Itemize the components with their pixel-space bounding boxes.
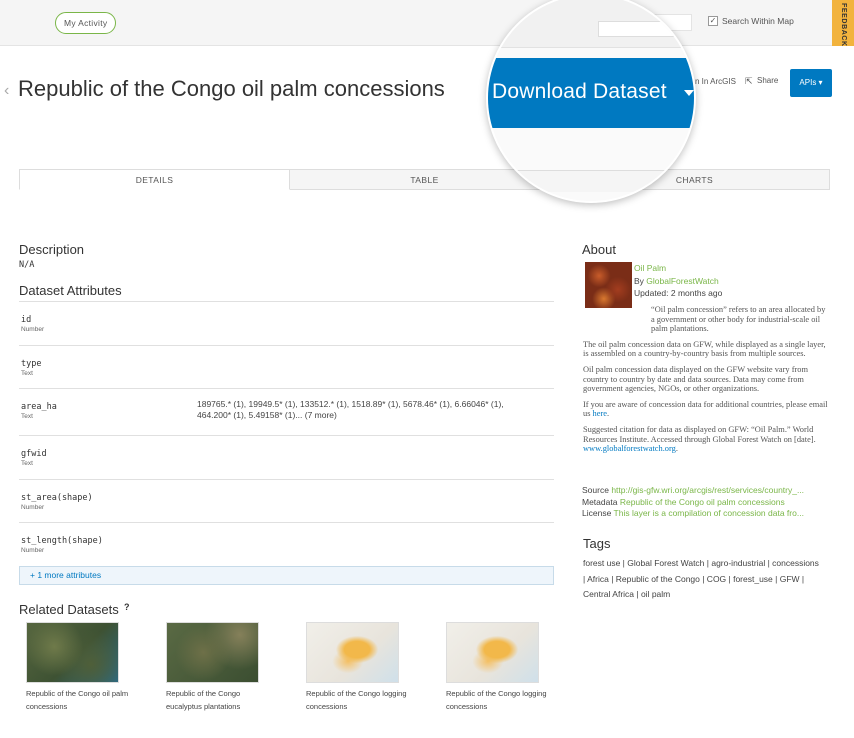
about-paragraph: Suggested citation for data as displayed… bbox=[583, 425, 830, 454]
metadata-link[interactable]: Republic of the Congo oil palm concessio… bbox=[620, 497, 785, 507]
attribute-row[interactable]: type Text bbox=[19, 345, 554, 388]
tags-heading: Tags bbox=[583, 536, 611, 551]
attribute-row[interactable]: gfwid Text bbox=[19, 435, 554, 479]
related-dataset-caption[interactable]: Republic of the Congo oil palm concessio… bbox=[26, 687, 136, 713]
attribute-type: Text bbox=[21, 460, 33, 467]
about-text: If you are aware of concession data for … bbox=[583, 399, 828, 419]
updated-text: Updated: 2 months ago bbox=[634, 288, 723, 298]
email-here-link[interactable]: here bbox=[593, 409, 607, 418]
source-row: Source http://gis-gfw.wri.org/arcgis/res… bbox=[582, 485, 832, 497]
related-dataset-caption[interactable]: Republic of the Congo logging concession… bbox=[306, 687, 416, 713]
metadata-row: Metadata Republic of the Congo oil palm … bbox=[582, 497, 832, 509]
about-metadata: Source http://gis-gfw.wri.org/arcgis/res… bbox=[582, 485, 832, 520]
attribute-name: st_area(shape) bbox=[21, 493, 93, 503]
attribute-row[interactable]: area_ha Text 189765.* (1), 19949.5* (1),… bbox=[19, 388, 554, 435]
help-icon[interactable]: ? bbox=[124, 602, 130, 612]
about-text: . bbox=[675, 444, 678, 454]
metadata-label: Metadata bbox=[582, 496, 618, 507]
about-paragraph: The oil palm concession data on GFW, whi… bbox=[583, 339, 826, 359]
attribute-name: type bbox=[21, 359, 42, 369]
search-within-map-checkbox[interactable]: ✓ bbox=[708, 16, 718, 26]
attribute-type: Number bbox=[21, 504, 45, 511]
about-text: . bbox=[606, 409, 610, 419]
dataset-thumbnail bbox=[585, 262, 632, 308]
tags-list[interactable]: forest use | Global Forest Watch | agro-… bbox=[583, 556, 823, 603]
attribute-row[interactable]: id Number bbox=[19, 301, 554, 345]
about-heading: About bbox=[582, 242, 616, 257]
page-title: Republic of the Congo oil palm concessio… bbox=[18, 76, 445, 101]
related-dataset-card[interactable]: Republic of the Congo eucalyptus plantat… bbox=[166, 622, 286, 713]
share-icon[interactable]: ⇱ bbox=[745, 76, 753, 87]
dataset-attributes-heading: Dataset Attributes bbox=[19, 283, 122, 298]
attribute-type: Text bbox=[21, 370, 33, 377]
description-value: N/A bbox=[19, 260, 35, 270]
related-dataset-thumbnail[interactable] bbox=[446, 622, 539, 683]
attribute-name: id bbox=[21, 315, 32, 325]
share-link[interactable]: Share bbox=[757, 76, 778, 85]
feedback-tab[interactable]: FEEDBACK bbox=[832, 0, 854, 47]
related-dataset-card[interactable]: Republic of the Congo oil palm concessio… bbox=[26, 622, 146, 713]
attribute-name: area_ha bbox=[21, 402, 57, 412]
magnified-tab-bar bbox=[488, 170, 694, 192]
back-chevron-icon[interactable]: ‹ bbox=[4, 82, 9, 100]
about-paragraph: “Oil palm concession” refers to an area … bbox=[651, 305, 826, 334]
citation-text: Suggested citation for data as displayed… bbox=[583, 424, 816, 444]
attribute-values: 189765.* (1), 19949.5* (1), 133512.* (1)… bbox=[197, 399, 504, 420]
license-link[interactable]: This layer is a compilation of concessio… bbox=[614, 508, 804, 518]
attributes-table: id Number type Text area_ha Text 189765.… bbox=[19, 301, 554, 562]
tab-details[interactable]: DETAILS bbox=[19, 169, 290, 190]
related-datasets-heading: Related Datasets bbox=[19, 602, 119, 617]
related-dataset-caption[interactable]: Republic of the Congo eucalyptus plantat… bbox=[166, 687, 276, 713]
description-heading: Description bbox=[19, 242, 85, 257]
related-dataset-card[interactable]: Republic of the Congo logging concession… bbox=[306, 622, 426, 713]
download-dataset-button[interactable]: Download Dataset bbox=[488, 58, 694, 128]
about-description: “Oil palm concession” refers to an area … bbox=[583, 305, 830, 460]
search-within-map-label: Search Within Map bbox=[722, 16, 794, 26]
apis-label: APIs bbox=[799, 78, 817, 87]
source-link[interactable]: http://gis-gfw.wri.org/arcgis/rest/servi… bbox=[611, 485, 804, 495]
related-dataset-thumbnail[interactable] bbox=[166, 622, 259, 683]
about-paragraph: Oil palm concession data displayed on th… bbox=[583, 364, 808, 394]
my-activity-button[interactable]: My Activity bbox=[55, 12, 117, 34]
open-in-arcgis-link[interactable]: n In ArcGIS bbox=[695, 77, 736, 86]
apis-dropdown-button[interactable]: APIs ▾ bbox=[790, 69, 832, 97]
attribute-name: st_length(shape) bbox=[21, 536, 103, 546]
attribute-row[interactable]: st_area(shape) Number bbox=[19, 479, 554, 522]
dataset-name-link[interactable]: Oil Palm bbox=[634, 263, 666, 273]
about-paragraph: If you are aware of concession data for … bbox=[583, 400, 830, 419]
top-bar: My Activity ✓ Search Within Map FEEDBACK bbox=[0, 0, 854, 47]
dataset-owner: By GlobalForestWatch bbox=[634, 276, 719, 286]
by-prefix: By bbox=[634, 276, 647, 286]
related-dataset-thumbnail[interactable] bbox=[306, 622, 399, 683]
attribute-row[interactable]: st_length(shape) Number bbox=[19, 522, 554, 562]
caret-down-icon bbox=[684, 90, 694, 96]
related-dataset-caption[interactable]: Republic of the Congo logging concession… bbox=[446, 687, 556, 713]
magnified-search-input bbox=[598, 21, 688, 37]
license-label: License bbox=[582, 508, 612, 518]
tab-bar: DETAILS TABLE CHARTS bbox=[19, 169, 830, 190]
source-label: Source bbox=[582, 485, 609, 495]
attribute-type: Text bbox=[21, 413, 33, 420]
magnifier-callout: Download Dataset bbox=[486, 0, 696, 203]
attribute-name: gfwid bbox=[21, 449, 47, 459]
license-row: License This layer is a compilation of c… bbox=[582, 508, 832, 520]
owner-link[interactable]: GlobalForestWatch bbox=[646, 276, 718, 286]
attribute-type: Number bbox=[21, 326, 45, 333]
more-attributes-button[interactable]: + 1 more attributes bbox=[19, 566, 554, 585]
related-dataset-card[interactable]: Republic of the Congo logging concession… bbox=[446, 622, 566, 713]
related-dataset-thumbnail[interactable] bbox=[26, 622, 119, 683]
gfw-link[interactable]: www.globalforestwatch.org bbox=[583, 444, 676, 453]
attribute-type: Number bbox=[21, 547, 45, 554]
